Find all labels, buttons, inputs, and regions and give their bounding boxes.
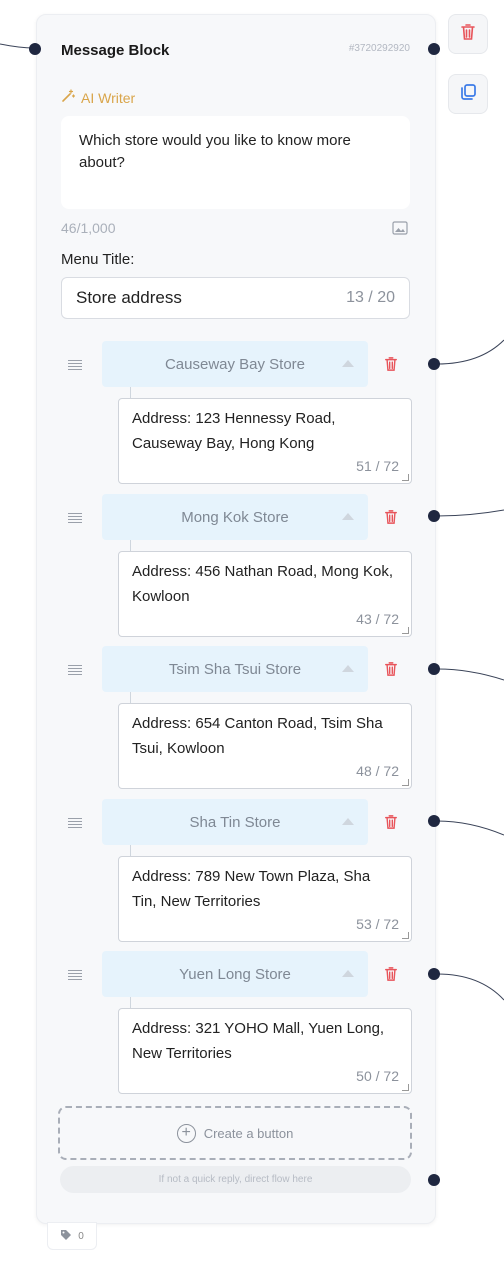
menu-button-title: Yuen Long Store [179, 965, 291, 983]
chevron-up-icon[interactable] [342, 665, 354, 672]
button-reply-text: Address: 123 Hennessy Road, Causeway Bay… [132, 410, 336, 452]
tag-chip[interactable]: 0 [47, 1222, 97, 1250]
resize-grip-icon[interactable] [402, 1084, 409, 1091]
drag-handle-icon[interactable] [68, 818, 82, 828]
menu-button-title: Mong Kok Store [181, 508, 289, 526]
chevron-up-icon[interactable] [342, 970, 354, 977]
resize-grip-icon[interactable] [402, 779, 409, 786]
button-output-node-dot[interactable] [428, 663, 440, 675]
tag-count: 0 [78, 1230, 84, 1242]
resize-grip-icon[interactable] [402, 627, 409, 634]
button-reply-count: 53 / 72 [356, 916, 399, 932]
menu-title-value: Store address [76, 288, 182, 307]
button-reply-count: 51 / 72 [356, 458, 399, 474]
button-reply-text: Address: 654 Canton Road, Tsim Sha Tsui,… [132, 715, 383, 757]
drag-handle-icon[interactable] [68, 970, 82, 980]
plus-circle-icon: + [176, 1123, 196, 1143]
button-reply-textarea[interactable]: Address: 123 Hennessy Road, Causeway Bay… [118, 398, 412, 484]
button-reply-count: 48 / 72 [356, 763, 399, 779]
chevron-up-icon[interactable] [342, 513, 354, 520]
button-reply-count: 43 / 72 [356, 611, 399, 627]
block-id: #3720292920 [348, 43, 410, 54]
button-reply-text: Address: 456 Nathan Road, Mong Kok, Kowl… [132, 563, 393, 605]
chevron-up-icon[interactable] [342, 360, 354, 367]
delete-block-button[interactable] [448, 14, 488, 54]
menu-button-title: Tsim Sha Tsui Store [168, 660, 302, 678]
button-reply-text: Address: 789 New Town Plaza, Sha Tin, Ne… [132, 868, 371, 910]
fallback-node-dot[interactable] [428, 1174, 440, 1186]
button-reply-text: Address: 321 YOHO Mall, Yuen Long, New T… [132, 1020, 385, 1062]
button-output-node-dot[interactable] [428, 510, 440, 522]
button-output-node-dot[interactable] [428, 815, 440, 827]
button-reply-textarea[interactable]: Address: 654 Canton Road, Tsim Sha Tsui,… [118, 703, 412, 789]
create-button-label: Create a button [203, 1125, 294, 1141]
copy-block-button[interactable] [448, 74, 488, 114]
trash-icon[interactable] [384, 814, 398, 835]
button-output-node-dot[interactable] [428, 358, 440, 370]
ai-writer-label: AI Writer [81, 89, 136, 106]
block-title: Message Block [61, 42, 170, 59]
button-output-node-dot[interactable] [428, 968, 440, 980]
menu-title-label: Menu Title: [61, 251, 135, 268]
button-reply-count: 50 / 72 [356, 1068, 399, 1084]
menu-button-header[interactable]: Causeway Bay Store [102, 341, 368, 387]
menu-button-title: Sha Tin Store [189, 813, 281, 831]
menu-button-title: Causeway Bay Store [164, 355, 306, 373]
canvas: Message Block #3720292920 AI Writer Whic… [0, 0, 504, 1266]
drag-handle-icon[interactable] [68, 513, 82, 523]
menu-title-count: 13 / 20 [346, 289, 395, 306]
tag-icon [60, 1229, 72, 1244]
trash-icon [460, 23, 476, 46]
menu-button-header[interactable]: Mong Kok Store [102, 494, 368, 540]
menu-button-header[interactable]: Tsim Sha Tsui Store [102, 646, 368, 692]
message-textarea[interactable]: Which store would you like to know more … [61, 116, 410, 209]
trash-icon[interactable] [384, 356, 398, 377]
trash-icon[interactable] [384, 509, 398, 530]
create-button[interactable]: + Create a button [58, 1106, 412, 1160]
ai-writer-button[interactable]: AI Writer [61, 89, 135, 106]
menu-button-header[interactable]: Yuen Long Store [102, 951, 368, 997]
drag-handle-icon[interactable] [68, 665, 82, 675]
resize-grip-icon[interactable] [402, 474, 409, 481]
fallback-flow-bar[interactable]: If not a quick reply, direct flow here [60, 1166, 411, 1193]
message-char-count: 46/1,000 [61, 220, 116, 236]
trash-icon[interactable] [384, 661, 398, 682]
button-reply-textarea[interactable]: Address: 456 Nathan Road, Mong Kok, Kowl… [118, 551, 412, 637]
menu-title-input[interactable]: Store address 13 / 20 [61, 277, 410, 319]
button-reply-textarea[interactable]: Address: 321 YOHO Mall, Yuen Long, New T… [118, 1008, 412, 1094]
trash-icon[interactable] [384, 966, 398, 987]
menu-button-header[interactable]: Sha Tin Store [102, 799, 368, 845]
input-node-dot[interactable] [29, 43, 41, 55]
button-reply-textarea[interactable]: Address: 789 New Town Plaza, Sha Tin, Ne… [118, 856, 412, 942]
resize-grip-icon[interactable] [402, 932, 409, 939]
drag-handle-icon[interactable] [68, 360, 82, 370]
image-icon[interactable] [392, 221, 408, 240]
chevron-up-icon[interactable] [342, 818, 354, 825]
magic-wand-icon [61, 89, 76, 106]
copy-icon [459, 83, 477, 106]
output-node-dot[interactable] [428, 43, 440, 55]
